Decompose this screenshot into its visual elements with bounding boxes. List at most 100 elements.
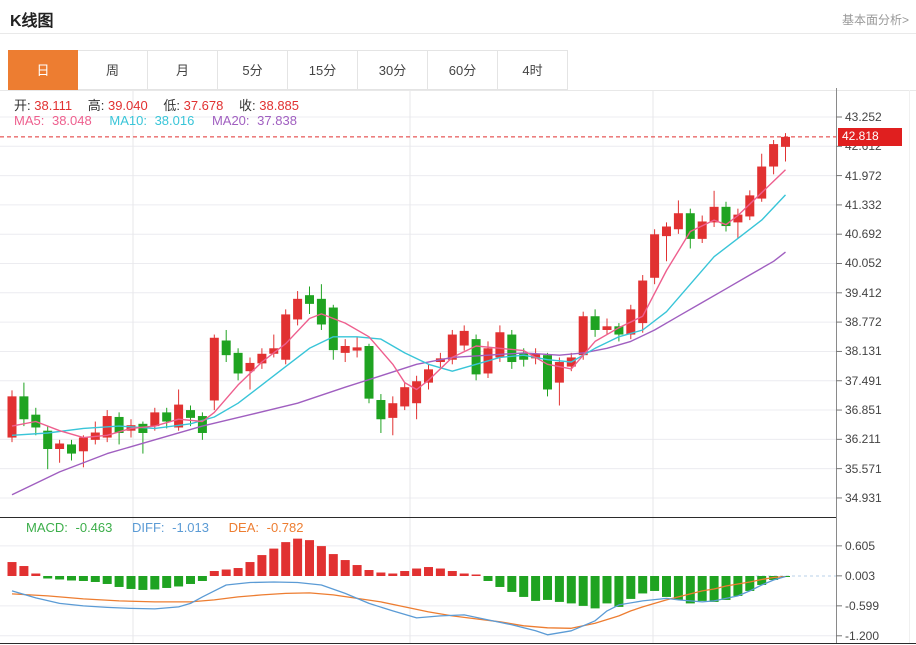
candle-body: [186, 410, 195, 418]
tab-60min[interactable]: 60分: [428, 50, 498, 90]
price-axis-label: 37.491: [845, 374, 882, 388]
macd-hist-bar: [460, 574, 469, 576]
fundamental-analysis-link[interactable]: 基本面分析>: [842, 11, 909, 28]
kline-page: K线图 基本面分析> 日周月5分15分30分60分4时 开: 38.111 高:…: [0, 0, 916, 645]
macd-hist-bar: [650, 576, 659, 591]
candle-body: [781, 137, 790, 147]
candle-body: [555, 362, 564, 383]
ma10-label: MA10:: [109, 113, 147, 128]
header-divider: [0, 33, 916, 34]
price-axis-label: 43.252: [845, 110, 882, 124]
macd-hist-bar: [174, 576, 183, 586]
macd-hist-bar: [305, 540, 314, 576]
candle-body: [757, 167, 766, 199]
close-label: 收:: [239, 98, 256, 113]
price-axis-label: 34.931: [845, 491, 882, 505]
tab-month[interactable]: 月: [148, 50, 218, 90]
ma-legend: MA5: 38.048 MA10: 38.016 MA20: 37.838: [14, 113, 297, 128]
macd-hist-bar: [436, 569, 445, 576]
candle-body: [162, 412, 171, 421]
macd-hist-bar: [222, 570, 231, 576]
candle-body: [55, 444, 64, 449]
candle-body: [686, 213, 695, 239]
macd-hist-bar: [55, 576, 64, 579]
open-label: 开:: [14, 98, 31, 113]
candle-body: [329, 308, 338, 351]
macd-hist-bar: [269, 549, 278, 576]
ma20-value: 37.838: [257, 113, 297, 128]
open-value: 38.111: [34, 98, 72, 113]
macd-hist-bar: [210, 571, 219, 576]
macd-hist-bar: [507, 576, 516, 592]
candle-body: [365, 346, 374, 399]
macd-hist-bar: [448, 571, 457, 576]
macd-hist-bar: [376, 573, 385, 576]
macd-hist-bar: [19, 566, 28, 576]
candle-body: [293, 299, 302, 320]
current-price-tag: 42.818: [838, 128, 902, 146]
tab-4hour[interactable]: 4时: [498, 50, 568, 90]
tab-week[interactable]: 周: [78, 50, 148, 90]
diff-value: -1.013: [172, 520, 209, 535]
tab-15min[interactable]: 15分: [288, 50, 358, 90]
macd-hist-bar: [519, 576, 528, 597]
macd-hist-bar: [365, 570, 374, 576]
candle-body: [662, 227, 671, 237]
macd-axis-label: -0.599: [845, 599, 879, 613]
tab-day[interactable]: 日: [8, 50, 78, 90]
macd-value: -0.463: [76, 520, 113, 535]
macd-legend: MACD: -0.463 DIFF: -1.013 DEA: -0.782: [26, 520, 303, 535]
macd-axis-label: 0.003: [845, 569, 875, 583]
price-axis-label: 40.052: [845, 256, 882, 270]
candle-body: [317, 299, 326, 325]
tab-30min[interactable]: 30分: [358, 50, 428, 90]
macd-hist-bar: [424, 567, 433, 576]
macd-hist-bar: [293, 539, 302, 576]
candle-body: [674, 213, 683, 229]
macd-hist-bar: [127, 576, 136, 589]
price-axis-label: 39.412: [845, 286, 882, 300]
macd-hist-bar: [591, 576, 600, 608]
macd-hist-bar: [567, 576, 576, 603]
macd-hist-bar: [8, 562, 17, 576]
candle-body: [174, 405, 183, 428]
high-label: 高:: [88, 98, 105, 113]
macd-hist-bar: [162, 576, 171, 588]
ma5-label: MA5:: [14, 113, 44, 128]
ma10-value: 38.016: [155, 113, 195, 128]
macd-hist-bar: [341, 560, 350, 576]
macd-hist-bar: [543, 576, 552, 600]
candle-body: [19, 396, 28, 419]
candle-body: [745, 195, 754, 216]
low-label: 低:: [163, 98, 180, 113]
candle-body: [769, 144, 778, 166]
macd-hist-bar: [281, 542, 290, 576]
ma5-line: [12, 170, 786, 438]
macd-hist-bar: [91, 576, 100, 582]
candle-body: [388, 403, 397, 418]
macd-hist-bar: [626, 576, 635, 599]
macd-hist-bar: [388, 574, 397, 576]
candle-body: [507, 335, 516, 362]
high-value: 39.040: [108, 98, 148, 113]
macd-hist-bar: [67, 576, 76, 580]
candle-body: [222, 341, 231, 356]
tab-5min[interactable]: 5分: [218, 50, 288, 90]
macd-hist-bar: [186, 576, 195, 584]
candle-body: [234, 353, 243, 374]
ma5-value: 38.048: [52, 113, 92, 128]
dea-label: DEA:: [229, 520, 259, 535]
macd-hist-bar: [317, 546, 326, 576]
candle-body: [376, 400, 385, 419]
price-axis-label: 41.972: [845, 169, 882, 183]
macd-hist-bar: [79, 576, 88, 581]
macd-axis-label: -1.200: [845, 629, 879, 643]
macd-hist-bar: [115, 576, 124, 587]
macd-hist-bar: [412, 569, 421, 576]
candle-body: [412, 381, 421, 403]
candle-body: [591, 316, 600, 330]
macd-hist-bar: [614, 576, 623, 607]
macd-hist-bar: [150, 576, 159, 589]
macd-hist-bar: [722, 576, 731, 600]
candle-body: [281, 314, 290, 359]
